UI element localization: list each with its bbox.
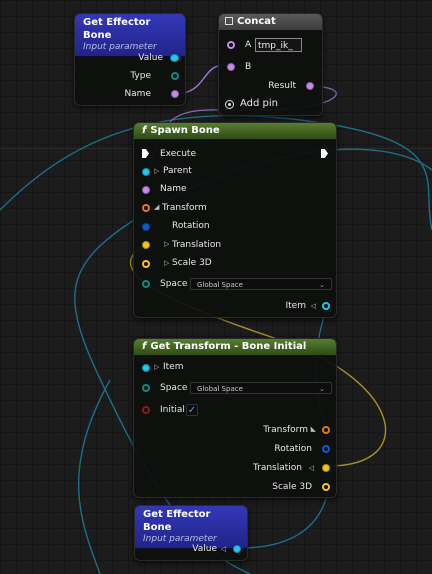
execute-input-pin[interactable] <box>142 149 149 158</box>
space-label: Space <box>160 279 188 289</box>
space-input-pin[interactable] <box>142 384 150 392</box>
pin-b-label: B <box>245 62 252 72</box>
expand-arrow-icon[interactable]: ▷ <box>154 363 159 371</box>
execute-label: Execute <box>160 149 196 159</box>
parent-label: Parent <box>163 166 192 176</box>
space-dropdown[interactable]: Global Space ⌄ <box>190 278 332 290</box>
function-icon: f <box>142 125 147 136</box>
scale3d-output-pin[interactable] <box>322 483 330 491</box>
transform-label: Transform <box>162 203 207 213</box>
execute-output-pin[interactable] <box>321 149 328 158</box>
item-output-pin[interactable] <box>322 302 330 310</box>
expand-arrow-icon[interactable]: ◁ <box>311 302 316 310</box>
result-output-pin[interactable] <box>306 82 314 90</box>
node-title: Get Effector Bone <box>143 509 211 533</box>
node-header[interactable]: f Spawn Bone <box>134 123 336 140</box>
node-header[interactable]: Get Effector Bone Input parameter <box>135 506 247 549</box>
initial-input-pin[interactable] <box>142 406 150 414</box>
parent-input-pin[interactable] <box>142 168 150 176</box>
result-label: Result <box>268 81 296 91</box>
function-icon: f <box>142 341 147 352</box>
expand-arrow-icon[interactable]: ▷ <box>154 167 159 175</box>
chevron-down-icon: ⌄ <box>319 281 325 289</box>
space-input-pin[interactable] <box>142 280 150 288</box>
expand-arrow-icon[interactable]: ▷ <box>164 259 169 267</box>
value-output-pin[interactable] <box>233 545 241 553</box>
translation-output-pin[interactable] <box>322 464 330 472</box>
item-label: Item <box>285 301 307 311</box>
type-pin-label: Type <box>130 71 151 81</box>
node-title: Get Transform - Bone Initial <box>150 341 307 352</box>
rotation-input-pin[interactable] <box>142 223 150 231</box>
expand-arrow-icon[interactable]: ▷ <box>164 240 169 248</box>
translation-output-label: Translation <box>252 463 302 473</box>
node-title: Spawn Bone <box>150 125 220 136</box>
concat-node[interactable]: Concat A tmp_ik_ B Result Add pin <box>218 13 323 116</box>
get-effector-bone-node-bottom[interactable]: Get Effector Bone Input parameter Value … <box>134 505 248 561</box>
translation-input-pin[interactable] <box>142 241 150 249</box>
get-effector-bone-node-top[interactable]: Get Effector Bone Input parameter Value … <box>74 13 186 106</box>
translation-label: Translation <box>172 240 222 250</box>
name-pin-label: Name <box>124 89 151 99</box>
value-pin-label: Value <box>138 53 163 63</box>
initial-checkbox[interactable]: ✓ <box>186 404 198 416</box>
pin-b-input[interactable] <box>227 63 235 71</box>
type-output-pin[interactable] <box>171 72 179 80</box>
node-title: Concat <box>237 16 276 27</box>
space-label: Space <box>160 383 188 393</box>
expand-arrow-icon[interactable]: ◁ <box>309 464 314 472</box>
initial-label: Initial <box>160 405 185 415</box>
scale3d-label: Scale 3D <box>172 258 212 268</box>
node-subtitle: Input parameter <box>143 534 217 544</box>
item-input-pin[interactable] <box>142 364 150 372</box>
collapse-arrow-icon[interactable]: ◣ <box>311 425 316 433</box>
name-output-pin[interactable] <box>171 90 179 98</box>
chevron-down-icon: ⌄ <box>319 385 325 393</box>
transform-output-label: Transform <box>263 425 308 435</box>
node-title: Get Effector Bone <box>83 17 151 41</box>
collapse-arrow-icon[interactable]: ◢ <box>154 203 159 211</box>
node-header[interactable]: Concat <box>219 14 322 30</box>
name-label: Name <box>160 184 187 194</box>
rotation-label: Rotation <box>172 221 210 231</box>
scale3d-input-pin[interactable] <box>142 260 150 268</box>
pin-a-text-field[interactable]: tmp_ik_ <box>255 38 302 52</box>
value-label: Value <box>192 544 217 554</box>
scale3d-output-label: Scale 3D <box>272 482 312 492</box>
wire-blue-3 <box>77 379 111 574</box>
space-dropdown-value: Global Space <box>197 385 243 393</box>
space-dropdown[interactable]: Global Space ⌄ <box>190 382 332 394</box>
add-pin-icon[interactable] <box>225 100 234 109</box>
rotation-output-pin[interactable] <box>322 445 330 453</box>
node-header[interactable]: Get Effector Bone Input parameter <box>75 14 185 57</box>
transform-output-pin[interactable] <box>322 426 330 434</box>
concat-icon <box>225 17 233 25</box>
value-output-pin[interactable] <box>170 54 179 62</box>
space-dropdown-value: Global Space <box>197 281 243 289</box>
name-input-pin[interactable] <box>142 186 150 194</box>
get-transform-node[interactable]: f Get Transform - Bone Initial ▷ Item Spa… <box>133 338 337 498</box>
rotation-output-label: Rotation <box>274 444 312 454</box>
expand-arrow-icon[interactable]: ◁ <box>221 545 226 553</box>
pin-a-label: A <box>245 40 252 50</box>
add-pin-button[interactable]: Add pin <box>240 97 278 111</box>
pin-a-input[interactable] <box>227 41 235 49</box>
node-header[interactable]: f Get Transform - Bone Initial <box>134 339 336 356</box>
transform-input-pin[interactable] <box>142 204 150 212</box>
spawn-bone-node[interactable]: f Spawn Bone Execute ▷ Parent Name ◢ Tran… <box>133 122 337 318</box>
item-label: Item <box>163 362 184 372</box>
